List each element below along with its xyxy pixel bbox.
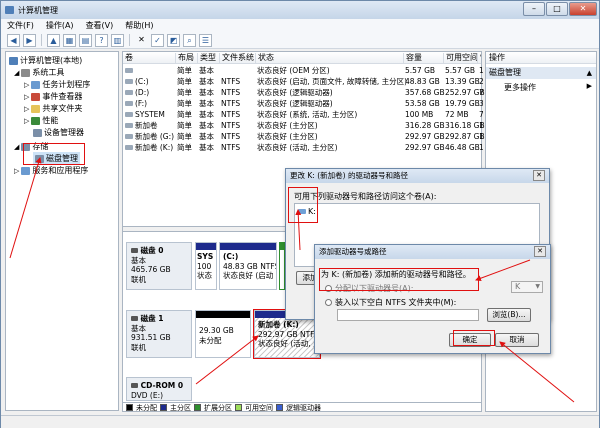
arrow-to-add-button — [295, 209, 302, 251]
annotation-arrows — [9, 157, 575, 403]
arrow-to-disk-management — [9, 157, 42, 259]
arrow-to-ok — [499, 341, 575, 403]
arrow-to-partition-k — [195, 335, 259, 385]
arrow-to-assign-letter — [475, 259, 531, 282]
